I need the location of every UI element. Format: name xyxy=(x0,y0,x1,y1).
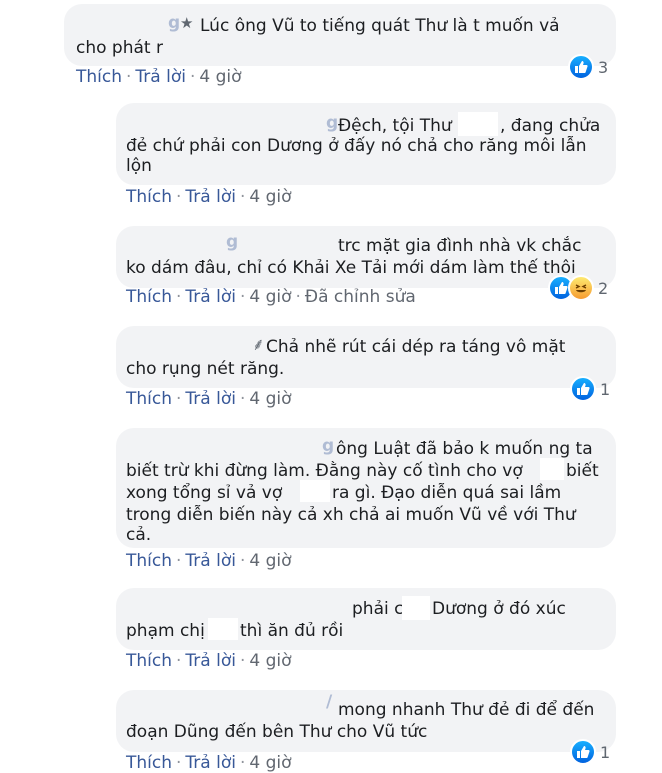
commenter-name[interactable]: / xyxy=(326,692,332,712)
timestamp[interactable]: 4 giờ xyxy=(249,187,291,207)
feather-icon: ⸙ xyxy=(252,335,265,355)
timestamp[interactable]: 4 giờ xyxy=(249,389,291,409)
comment-text: lộn xyxy=(126,156,152,176)
comment-text: Dương ở đó xúc xyxy=(432,599,566,619)
comment-text: ko dám đâu, chỉ có Khải Xe Tải mới dám l… xyxy=(126,258,576,278)
comment-actions: Thích · Trả lời · 4 giờ xyxy=(76,67,242,87)
reply-link[interactable]: Trả lời xyxy=(185,389,236,409)
comment-text: Đệch, tội Thư xyxy=(338,116,452,136)
comment-actions: Thích · Trả lời · 4 giờ xyxy=(126,551,292,571)
star-icon: ★ xyxy=(180,14,194,32)
comment-text: xong tổng sỉ vả vợ xyxy=(126,483,283,503)
comment-text: cho phát r xyxy=(76,38,163,58)
timestamp[interactable]: 4 giờ xyxy=(249,287,291,307)
timestamp[interactable]: 4 giờ xyxy=(249,551,291,571)
comment-text: biết xyxy=(566,461,599,481)
timestamp[interactable]: 4 giờ xyxy=(249,651,291,671)
commenter-name[interactable]: g xyxy=(226,232,238,252)
comment-actions: Thích · Trả lời · 4 giờ · Đã chỉnh sửa xyxy=(126,287,416,307)
comment-text: cho rụng nét răng. xyxy=(126,359,285,379)
comment-text: Chả nhẽ rút cái dép ra táng vô mặt xyxy=(266,337,566,357)
commenter-name[interactable]: g xyxy=(322,436,334,456)
like-link[interactable]: Thích xyxy=(126,187,172,207)
reactions[interactable]: 1 xyxy=(570,376,610,402)
like-link[interactable]: Thích xyxy=(126,551,172,571)
like-reaction-icon xyxy=(570,376,596,402)
comment-text: trong diễn biến này cả xh chả ai muốn Vũ… xyxy=(126,505,576,525)
comment-text: đoạn Dũng đến bên Thư cho Vũ tức xyxy=(126,722,428,742)
timestamp[interactable]: 4 giờ xyxy=(199,67,241,87)
comment-actions: Thích · Trả lời · 4 giờ xyxy=(126,651,292,671)
reply-link[interactable]: Trả lời xyxy=(185,287,236,307)
reply-link[interactable]: Trả lời xyxy=(185,187,236,207)
comment-actions: Thích · Trả lời · 4 giờ xyxy=(126,753,292,773)
like-reaction-icon xyxy=(570,739,596,765)
reply-link[interactable]: Trả lời xyxy=(185,753,236,773)
comment-text: cả. xyxy=(126,525,152,545)
commenter-name[interactable]: g xyxy=(326,113,338,133)
edited-label[interactable]: Đã chỉnh sửa xyxy=(305,287,416,307)
like-link[interactable]: Thích xyxy=(126,287,172,307)
commenter-name[interactable]: g xyxy=(168,13,180,33)
reply-link[interactable]: Trả lời xyxy=(135,67,186,87)
timestamp[interactable]: 4 giờ xyxy=(249,753,291,773)
comment-text: , đang chửa xyxy=(500,116,601,136)
like-reaction-icon xyxy=(568,54,594,80)
comment-text: phạm chị xyxy=(126,621,205,641)
comment-text: thì ăn đủ rồi xyxy=(240,621,344,641)
reply-link[interactable]: Trả lời xyxy=(185,651,236,671)
reactions[interactable]: 2 xyxy=(548,275,608,301)
reactions[interactable]: 1 xyxy=(570,739,610,765)
reactions[interactable]: 3 xyxy=(568,54,608,80)
like-link[interactable]: Thích xyxy=(126,651,172,671)
comment-text: ông Luật đã bảo k muốn ng ta xyxy=(336,439,593,459)
comment-text: trc mặt gia đình nhà vk chắc xyxy=(338,236,582,256)
haha-reaction-icon xyxy=(568,275,594,301)
comment-text: phải c xyxy=(352,599,404,619)
reply-link[interactable]: Trả lời xyxy=(185,551,236,571)
comment-text: mong nhanh Thư đẻ đi để đến xyxy=(338,700,595,720)
comment-actions: Thích · Trả lời · 4 giờ xyxy=(126,187,292,207)
comment-actions: Thích · Trả lời · 4 giờ xyxy=(126,389,292,409)
comment-text: biết trừ khi đừng làm. Đằng này cố tình … xyxy=(126,461,523,481)
comment-text: Lúc ông Vũ to tiếng quát Thư là t muốn v… xyxy=(200,16,560,36)
like-link[interactable]: Thích xyxy=(126,389,172,409)
like-link[interactable]: Thích xyxy=(76,67,122,87)
like-link[interactable]: Thích xyxy=(126,753,172,773)
comment-text: ra gì. Đạo diễn quá sai lầm xyxy=(332,483,562,503)
comment-text: đẻ chứ phải con Dương ở đấy nó chả cho r… xyxy=(126,136,587,156)
